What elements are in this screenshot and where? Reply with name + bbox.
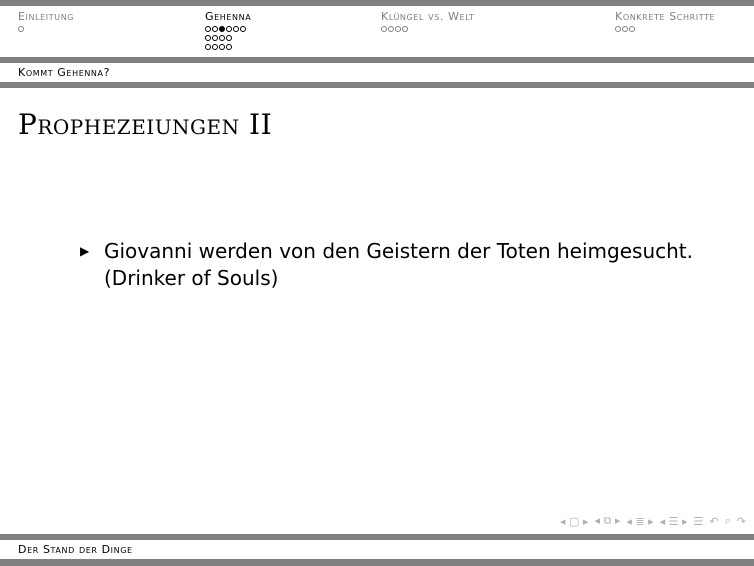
nav-section-gehenna[interactable]: Gehenna — [205, 10, 251, 51]
frame-dot[interactable] — [219, 34, 225, 41]
prev-slide-icon[interactable]: ◂ ▢ ▸ — [560, 515, 588, 528]
frame-dot[interactable] — [205, 25, 211, 32]
prev-frame-icon[interactable]: ◂ ⧉ ▸ — [594, 514, 620, 528]
frame-dot[interactable] — [402, 25, 408, 32]
header-bottom-bar — [0, 57, 754, 63]
footer-bottom-bar — [0, 559, 754, 566]
navigation-symbols: ◂ ▢ ▸ ◂ ⧉ ▸ ◂ ≣ ▸ ◂ ☰ ▸ ☰ ↶ ⌕ ↷ — [560, 514, 746, 528]
document-icon[interactable]: ☰ — [694, 515, 704, 528]
frame-dot[interactable] — [395, 25, 401, 32]
frame-dot[interactable] — [205, 43, 211, 50]
frame-dot-current[interactable] — [219, 25, 225, 32]
prev-section-icon[interactable]: ◂ ☰ ▸ — [660, 515, 688, 528]
subsection-bottom-bar — [0, 82, 754, 88]
bullet-item: ▶ Giovanni werden von den Geistern der T… — [80, 238, 700, 292]
frame-dot[interactable] — [629, 25, 635, 32]
subsection-title: Kommt Gehenna? — [18, 66, 111, 79]
search-icon[interactable]: ⌕ — [725, 514, 731, 528]
frame-dot[interactable] — [219, 43, 225, 50]
nav-dots — [381, 24, 475, 33]
frame-content: ▶ Giovanni werden von den Geistern der T… — [80, 238, 700, 292]
nav-section-title[interactable]: Gehenna — [205, 10, 251, 24]
frame-dot[interactable] — [205, 34, 211, 41]
frame-dot[interactable] — [18, 25, 24, 32]
nav-dots — [18, 24, 74, 33]
frame-dot[interactable] — [212, 34, 218, 41]
frame-dot[interactable] — [388, 25, 394, 32]
frame-dot[interactable] — [240, 25, 246, 32]
frame-dot[interactable] — [622, 25, 628, 32]
frame-dot[interactable] — [212, 25, 218, 32]
nav-dots — [615, 24, 715, 33]
undo-icon[interactable]: ↶ — [709, 515, 718, 528]
redo-icon[interactable]: ↷ — [737, 515, 746, 528]
nav-section-einleitung[interactable]: Einleitung — [18, 10, 74, 33]
bullet-triangle-icon: ▶ — [80, 244, 90, 258]
footer-top-bar — [0, 534, 754, 540]
frame-dot[interactable] — [233, 25, 239, 32]
frame-dot[interactable] — [226, 43, 232, 50]
header-top-bar — [0, 0, 754, 6]
frame-title: Prophezeiungen II — [18, 108, 273, 141]
nav-section-kluengel[interactable]: Klüngel vs. Welt — [381, 10, 475, 33]
nav-section-title[interactable]: Einleitung — [18, 10, 74, 24]
frame-dot[interactable] — [615, 25, 621, 32]
frame-dot[interactable] — [226, 25, 232, 32]
nav-section-title[interactable]: Klüngel vs. Welt — [381, 10, 475, 24]
nav-section-title[interactable]: Konkrete Schritte — [615, 10, 715, 24]
prev-subsection-icon[interactable]: ◂ ≣ ▸ — [626, 515, 653, 528]
frame-dot[interactable] — [381, 25, 387, 32]
frame-dot[interactable] — [212, 43, 218, 50]
nav-section-konkrete-schritte[interactable]: Konkrete Schritte — [615, 10, 715, 33]
footer-title: Der Stand der Dinge — [18, 543, 133, 556]
frame-dot[interactable] — [226, 34, 232, 41]
bullet-text: Giovanni werden von den Geistern der Tot… — [104, 239, 693, 290]
nav-dots — [205, 24, 251, 51]
